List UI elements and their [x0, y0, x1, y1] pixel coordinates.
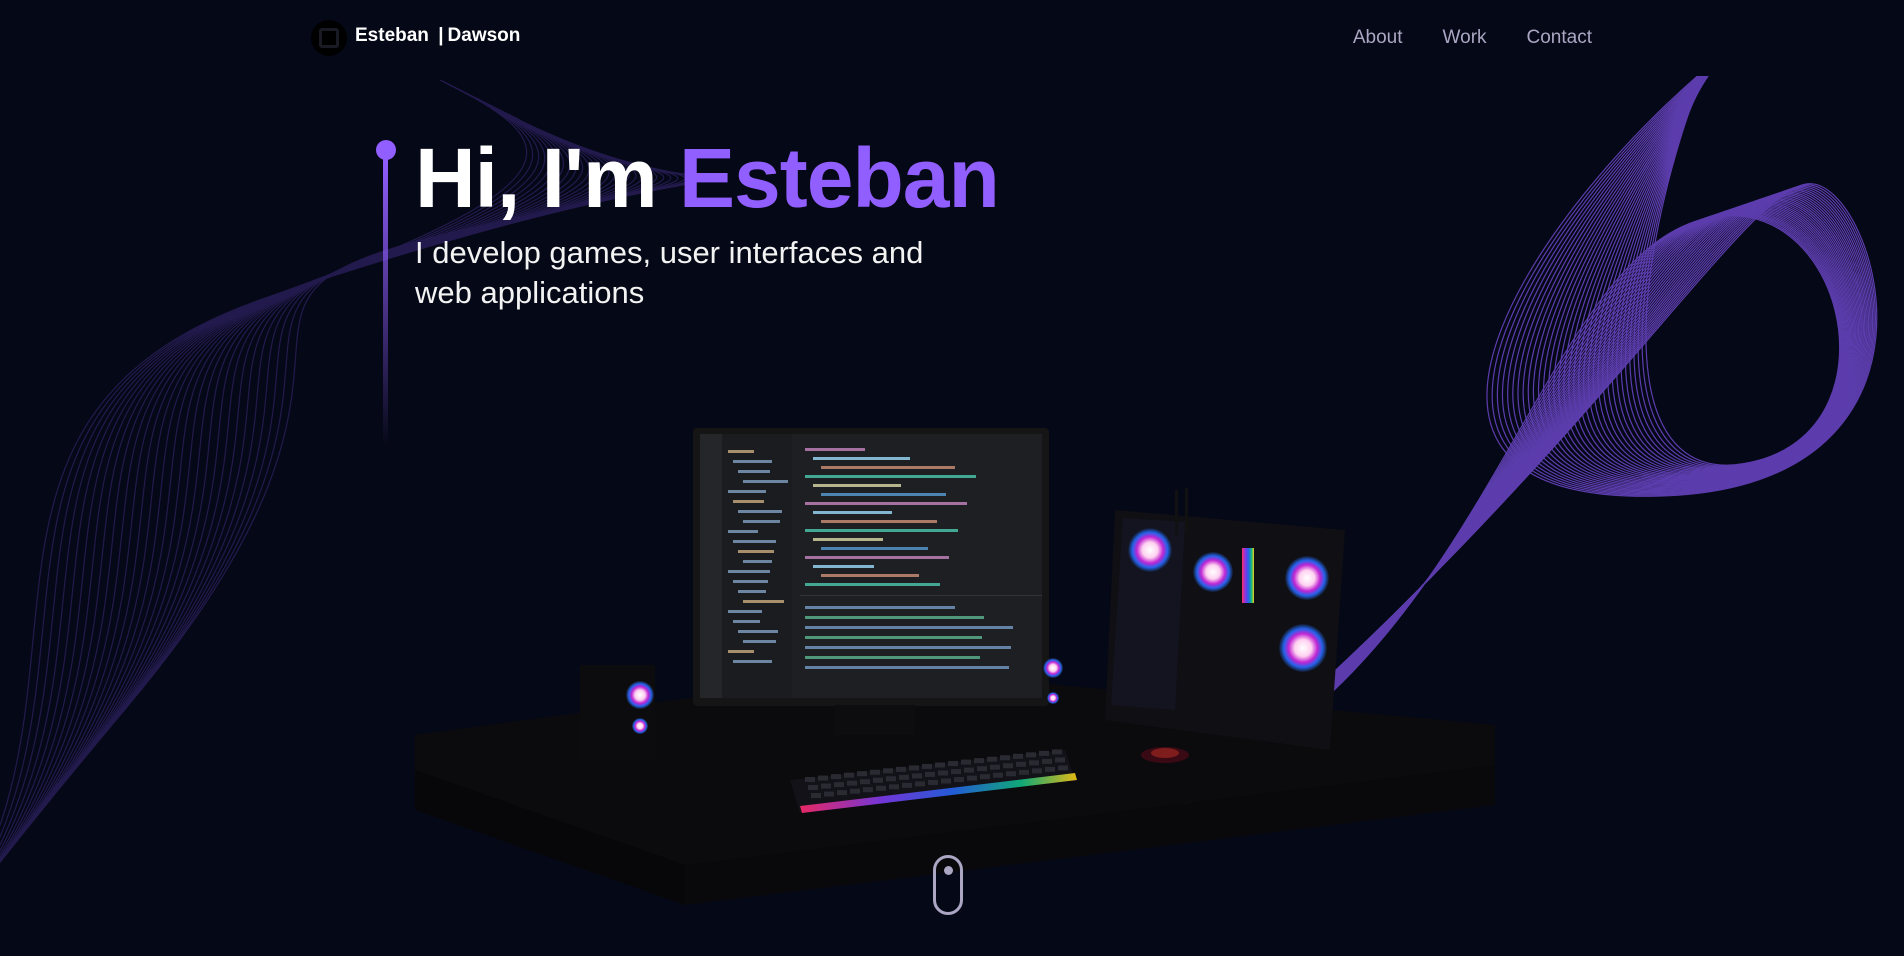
- brand-last: Dawson: [447, 25, 521, 46]
- navbar: Esteban | Dawson About Work Contact: [0, 0, 1904, 76]
- nav-link-about[interactable]: About: [1353, 27, 1403, 49]
- desk-setup-illustration: [415, 428, 1495, 905]
- brand-separator: |: [438, 25, 444, 46]
- brand-name[interactable]: Esteban | Dawson: [355, 25, 520, 47]
- brand-first: Esteban: [355, 25, 429, 46]
- hero-accent-line: [383, 158, 388, 448]
- hero-greeting: Hi, I'm: [415, 131, 658, 225]
- mouse-scroll-icon[interactable]: [933, 855, 963, 915]
- logo-icon[interactable]: [311, 20, 347, 56]
- hero-title: Hi, I'm Esteban: [415, 128, 1000, 228]
- nav-links: About Work Contact: [1353, 27, 1592, 49]
- hero-name: Esteban: [679, 131, 1000, 225]
- nav-link-contact[interactable]: Contact: [1527, 27, 1592, 49]
- nav-link-work[interactable]: Work: [1443, 27, 1487, 49]
- hero-line-dot: [376, 140, 396, 160]
- hero-subtitle: I develop games, user interfaces and web…: [415, 235, 924, 310]
- scroll-dot: [943, 866, 953, 875]
